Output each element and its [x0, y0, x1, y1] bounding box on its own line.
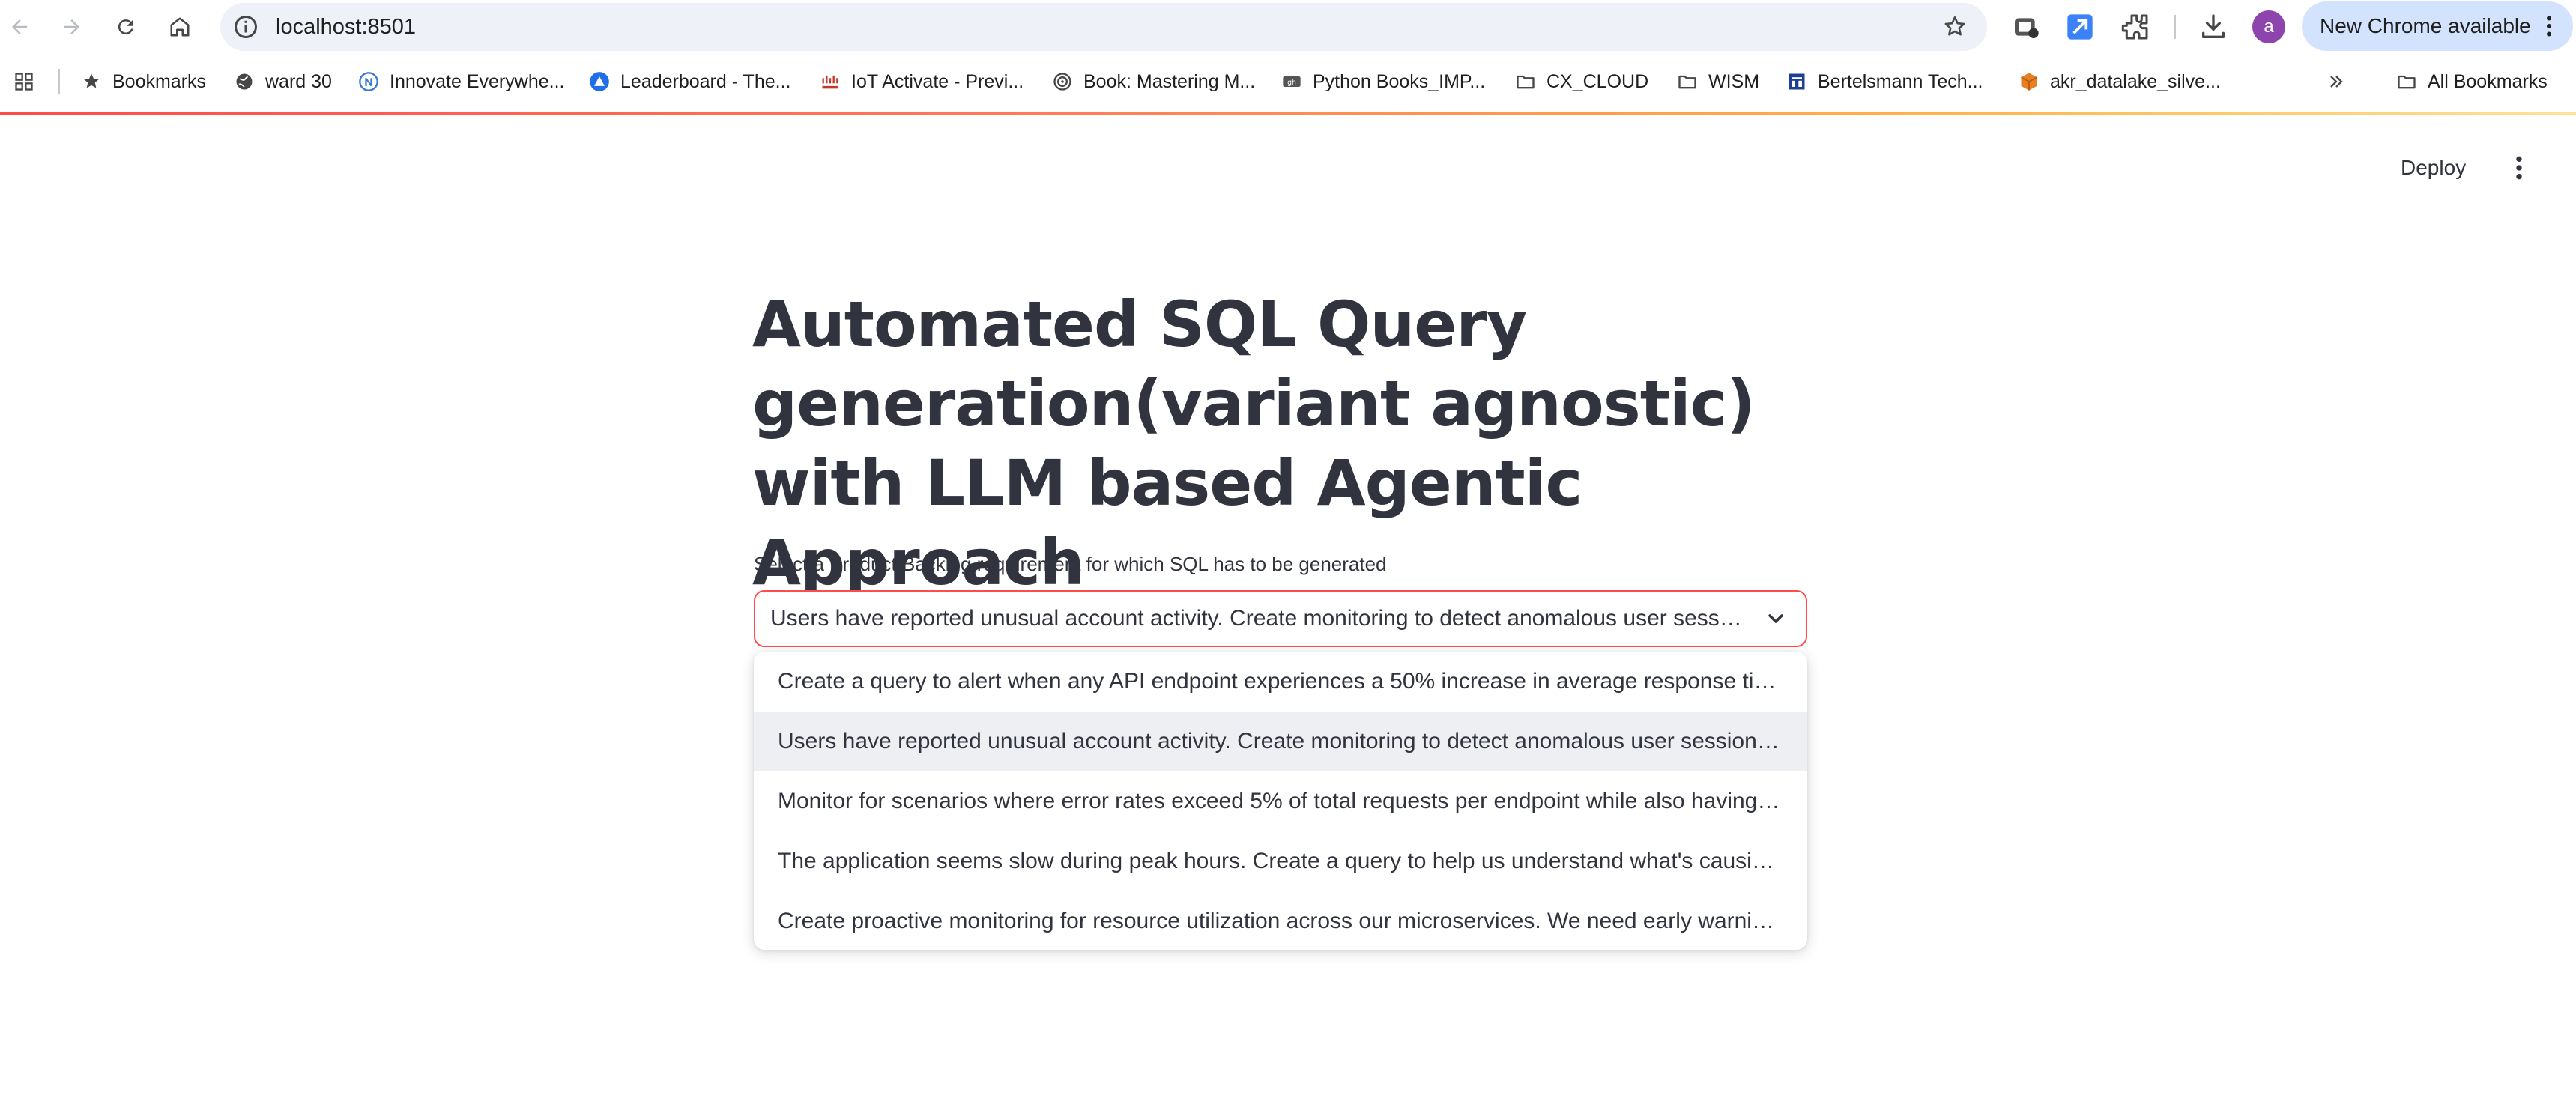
option-item[interactable]: The application seems slow during peak h…: [754, 831, 1807, 891]
bookmark-item[interactable]: ward 30: [234, 55, 332, 108]
bookmark-item[interactable]: IoT Activate - Previ...: [820, 55, 1024, 108]
bookmark-item[interactable]: akr_datalake_silve...: [2019, 55, 2221, 108]
extension-icon[interactable]: [2011, 12, 2041, 42]
option-item[interactable]: Monitor for scenarios where error rates …: [754, 771, 1807, 831]
extensions-puzzle-icon[interactable]: [2120, 12, 2150, 42]
bookmark-label: Bertelsmann Tech...: [1818, 70, 1983, 92]
select-label: Select a Product Backlog requirement for…: [754, 553, 1387, 575]
swirl-logo-icon: [1052, 71, 1073, 92]
chevron-down-icon: [1768, 614, 1783, 623]
bookmark-label: Innovate Everywhe...: [390, 70, 565, 92]
bookmarks-divider: [58, 69, 60, 94]
option-label: Monitor for scenarios where error rates …: [778, 789, 1785, 813]
new-chrome-available-button[interactable]: New Chrome available: [2302, 1, 2573, 51]
bookmark-label: Bookmarks: [112, 70, 207, 92]
github-logo-icon: gh: [1281, 71, 1302, 92]
bookmark-label: WISM: [1708, 70, 1760, 92]
cisco-logo-icon: [820, 71, 841, 92]
app-header-decoration: [0, 112, 2576, 115]
option-item[interactable]: Create a query to alert when any API end…: [754, 652, 1807, 712]
bookmark-label: ward 30: [265, 70, 332, 92]
all-bookmarks-button[interactable]: All Bookmarks: [2396, 55, 2548, 108]
folder-icon: [1515, 71, 1536, 92]
option-item[interactable]: Create proactive monitoring for resource…: [754, 891, 1807, 950]
building-logo-icon: [1786, 71, 1807, 92]
apps-grid-icon: [13, 71, 34, 92]
reload-button[interactable]: [109, 10, 142, 43]
bookmark-item[interactable]: Bookmarks: [81, 55, 206, 108]
option-label: Create proactive monitoring for resource…: [778, 909, 1785, 933]
cube-logo-icon: [2019, 71, 2040, 92]
arrow-left-icon: [12, 19, 27, 34]
apps-button[interactable]: [13, 55, 45, 108]
deploy-button[interactable]: Deploy: [2401, 150, 2466, 186]
bookmark-item[interactable]: Leaderboard - The...: [589, 55, 790, 108]
profile-avatar[interactable]: a: [2252, 10, 2285, 43]
bookmark-label: Book: Mastering M...: [1083, 70, 1256, 92]
n-logo-icon: [358, 71, 379, 92]
folder-icon: [1677, 71, 1698, 92]
triangle-logo-icon: [589, 71, 610, 92]
option-label: Users have reported unusual account acti…: [778, 729, 1785, 753]
folder-icon: [2396, 71, 2417, 92]
back-button[interactable]: [3, 10, 36, 43]
bookmark-label: Leaderboard - The...: [620, 70, 791, 92]
home-icon: [170, 17, 190, 37]
bookmarks-bar: Bookmarks ward 30 Innovate Everywhe... L…: [0, 55, 2576, 108]
site-info-icon[interactable]: [232, 13, 259, 40]
option-label: Create a query to alert when any API end…: [778, 669, 1785, 694]
more-vertical-icon: [2547, 16, 2551, 37]
address-bar[interactable]: localhost:8501: [220, 3, 1987, 51]
option-item-highlighted[interactable]: Users have reported unusual account acti…: [754, 712, 1807, 771]
new-chrome-label: New Chrome available: [2320, 14, 2531, 37]
reload-icon: [118, 19, 133, 35]
requirement-select[interactable]: Users have reported unusual account acti…: [754, 590, 1807, 647]
svg-text:gh: gh: [1287, 79, 1296, 87]
globe-icon: [234, 71, 255, 92]
bookmark-label: IoT Activate - Previ...: [851, 70, 1024, 92]
chevron-double-right-icon: [2326, 71, 2347, 92]
url-text: localhost:8501: [276, 15, 417, 39]
arrow-right-icon: [64, 19, 79, 34]
bookmark-folder[interactable]: WISM: [1677, 55, 1759, 108]
selected-value: Users have reported unusual account acti…: [770, 606, 1746, 631]
option-label: The application seems slow during peak h…: [778, 849, 1785, 873]
bookmark-folder[interactable]: CX_CLOUD: [1515, 55, 1648, 108]
download-icon[interactable]: [2198, 12, 2228, 42]
toolbar-divider: [2174, 15, 2176, 39]
bookmark-item[interactable]: Innovate Everywhe...: [358, 55, 564, 108]
main-menu-icon[interactable]: [2504, 151, 2534, 184]
browser-toolbar: localhost:8501 a New Chrome available: [0, 0, 2576, 55]
forward-button[interactable]: [55, 10, 88, 43]
bookmark-label: CX_CLOUD: [1546, 70, 1649, 92]
more-bookmarks-button[interactable]: [2326, 55, 2357, 108]
bookmark-item[interactable]: Book: Mastering M...: [1052, 55, 1255, 108]
bookmark-star-icon[interactable]: [1942, 14, 1968, 40]
options-dropdown: Create a query to alert when any API end…: [754, 652, 1807, 950]
bookmark-label: Python Books_IMP...: [1313, 70, 1486, 92]
bookmark-item[interactable]: Bertelsmann Tech...: [1786, 55, 1983, 108]
bookmark-label: akr_datalake_silve...: [2050, 70, 2221, 92]
all-bookmarks-label: All Bookmarks: [2428, 70, 2548, 92]
bookmark-item[interactable]: gh Python Books_IMP...: [1281, 55, 1485, 108]
star-icon: [81, 71, 102, 92]
home-button[interactable]: [163, 10, 196, 43]
shortcut-extension-icon[interactable]: [2065, 12, 2095, 42]
